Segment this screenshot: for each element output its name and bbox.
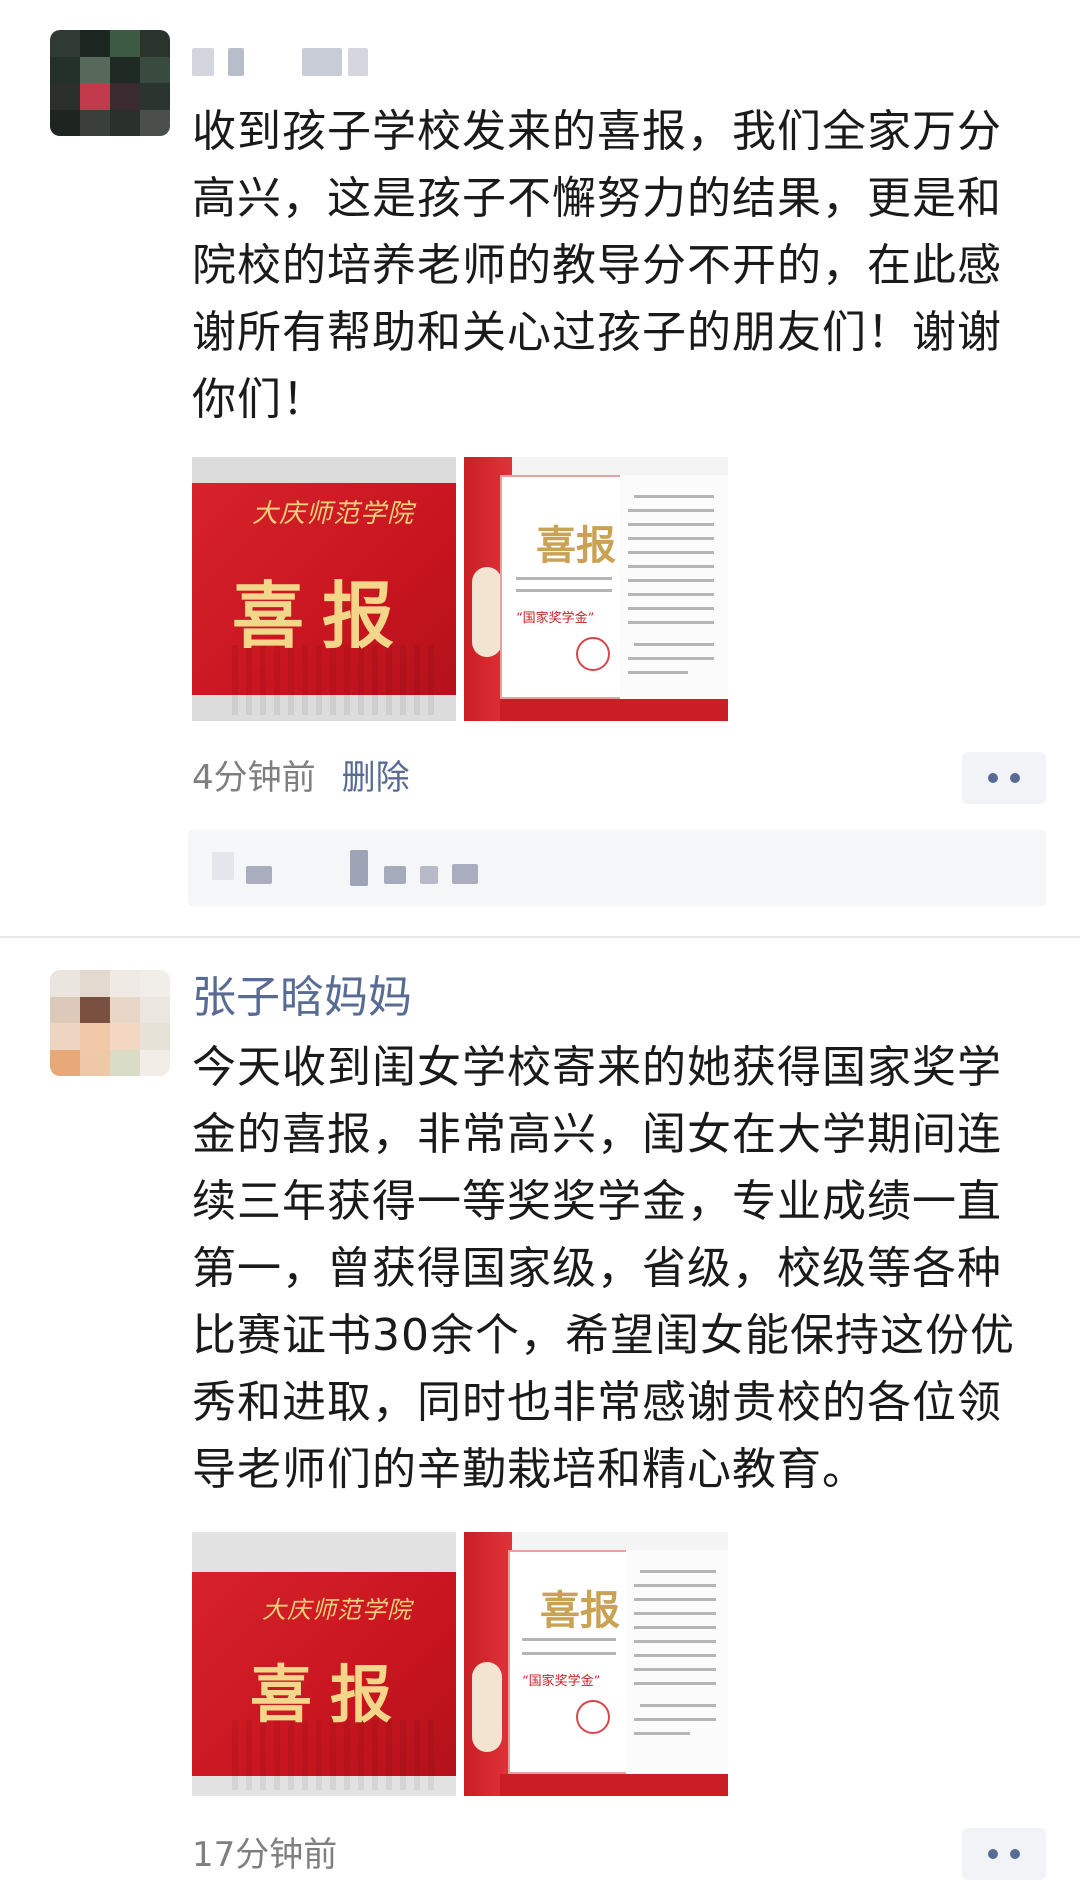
cover-decoration	[472, 567, 502, 657]
obscured-content	[246, 866, 272, 884]
text-line	[628, 579, 714, 582]
text-line	[634, 1612, 716, 1615]
photo-thumbnail[interactable]: 大庆师范学院 喜报	[192, 457, 456, 721]
text-line	[640, 1570, 716, 1573]
nickname[interactable]: 张子晗妈妈	[192, 970, 412, 1026]
photo-thumbnail[interactable]: 喜报 “国家奖学金”	[464, 1532, 728, 1796]
envelope-school-name: 大庆师范学院	[252, 499, 415, 529]
text-line	[628, 551, 714, 554]
certificate-bottom-band	[500, 1774, 728, 1796]
certificate-image: 喜报 “国家奖学金”	[464, 457, 728, 721]
text-line	[634, 1626, 716, 1629]
obscured-content	[212, 852, 234, 880]
text-line	[634, 1584, 716, 1587]
red-stamp	[576, 637, 610, 671]
delete-link[interactable]: 删除	[342, 758, 410, 798]
text-line	[628, 657, 714, 660]
dot	[988, 1849, 998, 1859]
envelope-title: 喜报	[250, 1658, 411, 1731]
post-timestamp: 17分钟前	[192, 1835, 338, 1875]
red-envelope-image: 大庆师范学院 喜报	[192, 1532, 456, 1796]
obscured-content	[350, 850, 368, 886]
post-meta: 17分钟前	[192, 1833, 337, 1877]
more-dots-icon[interactable]	[962, 752, 1046, 804]
post-text: 收到孩子学校发来的喜报，我们全家万分高兴，这是孩子不懈努力的结果，更是和院校的培…	[192, 106, 1002, 425]
obscured-content	[452, 864, 478, 884]
certificate-title: 喜报	[536, 522, 616, 569]
text-line	[522, 1652, 616, 1655]
text-line	[628, 593, 714, 596]
photo-thumbnail[interactable]: 喜报 “国家奖学金”	[464, 457, 728, 721]
text-line	[634, 1640, 716, 1643]
text-line	[628, 607, 714, 610]
text-line	[628, 671, 688, 674]
text-line	[634, 1732, 690, 1735]
nickname-obscured[interactable]	[192, 48, 372, 82]
envelope-school-name: 大庆师范学院	[262, 1596, 412, 1624]
text-line	[516, 577, 612, 580]
text-line	[628, 621, 714, 624]
certificate-right-page	[620, 475, 728, 699]
moment-post-2: 张子晗妈妈 今天收到闺女学校寄来的她获得国家奖学金的喜报，非常高兴，闺女在大学期…	[0, 940, 1080, 1897]
text-line	[628, 537, 714, 540]
text-line	[634, 1668, 716, 1671]
certificate-award: “国家奖学金”	[516, 611, 595, 626]
text-line	[516, 589, 612, 592]
text-line	[634, 1598, 716, 1601]
text-line	[628, 509, 714, 512]
certificate-cover	[464, 1532, 512, 1796]
more-dots-icon[interactable]	[962, 1828, 1046, 1880]
text-line	[628, 523, 714, 526]
obscured-content	[384, 866, 406, 884]
dot	[1010, 1849, 1020, 1859]
post-divider	[0, 936, 1080, 938]
likes-comments-box[interactable]	[188, 830, 1046, 906]
certificate-title: 喜报	[540, 1587, 620, 1634]
text-line	[634, 1718, 716, 1721]
red-envelope-image: 大庆师范学院 喜报	[192, 457, 456, 721]
text-line	[634, 643, 714, 646]
envelope-title: 喜报	[232, 573, 413, 658]
red-stamp	[576, 1700, 610, 1734]
text-line	[634, 1682, 716, 1685]
text-line	[634, 495, 714, 498]
cover-decoration	[472, 1662, 502, 1752]
text-line	[634, 1654, 716, 1657]
post-text: 今天收到闺女学校寄来的她获得国家奖学金的喜报，非常高兴，闺女在大学期间连续三年获…	[192, 1042, 1015, 1495]
text-line	[522, 1638, 616, 1641]
dot	[988, 773, 998, 783]
dot	[1010, 773, 1020, 783]
avatar[interactable]	[50, 970, 170, 1076]
certificate-bottom-band	[500, 699, 728, 721]
avatar[interactable]	[50, 30, 170, 136]
text-line	[640, 1704, 716, 1707]
obscured-content	[420, 866, 438, 884]
photo-thumbnail[interactable]: 大庆师范学院 喜报	[192, 1532, 456, 1796]
post-timestamp: 4分钟前	[192, 758, 316, 798]
post-meta: 4分钟前 删除	[192, 756, 410, 800]
certificate-award: “国家奖学金”	[522, 1674, 601, 1689]
moment-post-1: 收到孩子学校发来的喜报，我们全家万分高兴，这是孩子不懈努力的结果，更是和院校的培…	[0, 0, 1080, 936]
certificate-right-page	[626, 1550, 728, 1774]
text-line	[628, 565, 714, 568]
certificate-image: 喜报 “国家奖学金”	[464, 1532, 728, 1796]
